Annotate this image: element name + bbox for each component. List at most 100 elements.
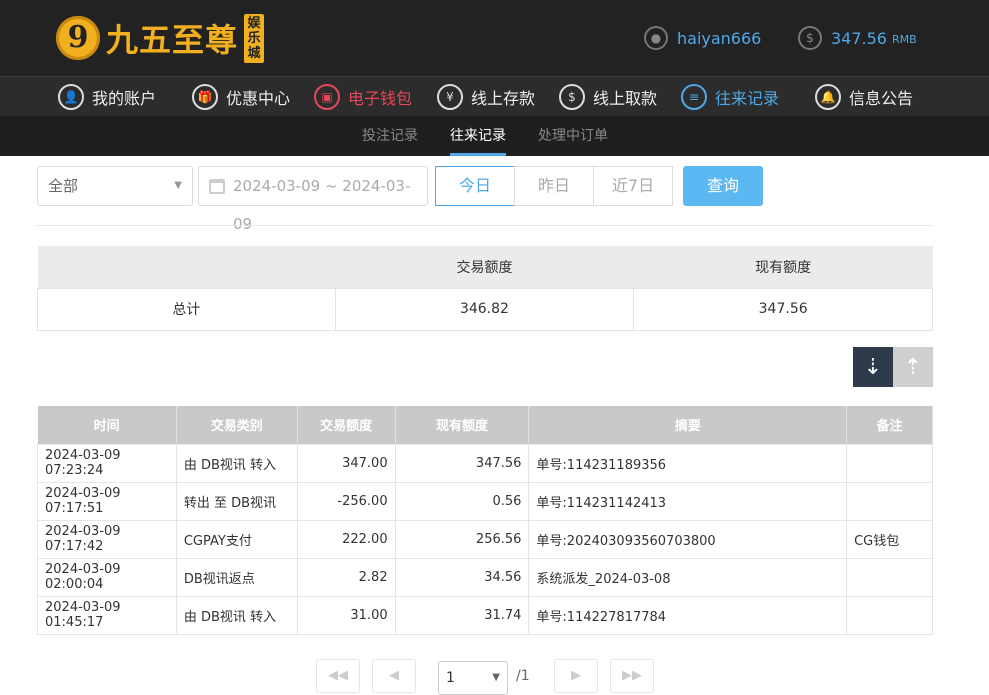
cell-time: 2024-03-09 07:23:24 — [37, 443, 177, 483]
nav-promotions[interactable]: 🎁 优惠中心 — [192, 82, 290, 112]
cell-note — [846, 443, 933, 483]
double-chevron-left-icon: ◀◀ — [328, 668, 348, 683]
date-range-input[interactable]: 2024-03-09 ~ 2024-03-09 — [198, 166, 428, 233]
balance-value: 347.56 — [831, 28, 887, 48]
nav-e-wallet[interactable]: ▣ 电子钱包 — [314, 82, 412, 112]
calendar-icon — [209, 179, 225, 194]
type-select-value: 全部 — [48, 177, 79, 195]
nav-announcements[interactable]: 🔔 信息公告 — [815, 82, 913, 112]
prev-page-button[interactable]: ◀ — [372, 659, 416, 693]
summary-header — [37, 246, 336, 288]
cell-type: 由 DB视讯 转入 — [175, 443, 298, 483]
cell-balance: 347.56 — [394, 443, 530, 483]
cell-type: 转出 至 DB视讯 — [175, 481, 298, 521]
user-icon: ● — [644, 26, 668, 50]
cell-amount: 2.82 — [296, 557, 396, 597]
withdraw-icon: $ — [559, 84, 585, 110]
summary-row: 总计 346.82 347.56 — [37, 287, 933, 331]
column-header: 时间 — [37, 406, 177, 444]
tab-transaction-records[interactable]: 往来记录 — [450, 116, 506, 156]
cell-amount: 222.00 — [296, 519, 396, 559]
sort-desc-icon: ⇣ — [863, 354, 883, 380]
nav-withdraw[interactable]: $ 线上取款 — [559, 82, 657, 112]
top-header: 9 九五至尊 娱乐城 ● haiyan666 $ 347.56 RMB — [0, 0, 989, 76]
sort-desc-button[interactable]: ⇣ — [853, 347, 893, 387]
chevron-down-icon: ▼ — [174, 180, 182, 191]
tab-bet-records[interactable]: 投注记录 — [362, 116, 418, 156]
cell-balance: 0.56 — [394, 481, 530, 521]
summary-cell: 346.82 — [334, 287, 635, 331]
cell-note — [846, 481, 933, 521]
nav-label: 线上存款 — [471, 89, 536, 108]
cell-time: 2024-03-09 01:45:17 — [37, 595, 177, 635]
cell-type: CGPAY支付 — [175, 519, 298, 559]
cell-balance: 256.56 — [394, 519, 530, 559]
column-header: 交易额度 — [297, 406, 396, 444]
column-header: 现有额度 — [395, 406, 530, 444]
cell-summary: 单号:114231142413 — [528, 481, 848, 521]
cell-time: 2024-03-09 02:00:04 — [37, 557, 177, 597]
divider — [37, 225, 933, 226]
nav-deposit[interactable]: ¥ 线上存款 — [437, 82, 535, 112]
dollar-icon: $ — [798, 26, 822, 50]
balance-unit: RMB — [891, 33, 917, 46]
brand-sub: 娱乐城 — [244, 13, 265, 63]
cell-type: DB视讯返点 — [175, 557, 298, 597]
quick-yesterday-button[interactable]: 昨日 — [514, 166, 594, 206]
cell-balance: 31.74 — [394, 595, 530, 635]
brand-logo[interactable]: 9 九五至尊 娱乐城 — [56, 10, 265, 66]
chevron-down-icon: ▼ — [492, 672, 500, 683]
cell-amount: 347.00 — [296, 443, 396, 483]
sort-asc-icon: ⇡ — [903, 354, 923, 380]
last-page-button[interactable]: ▶▶ — [610, 659, 654, 693]
nav-label: 优惠中心 — [226, 89, 291, 108]
cell-note — [846, 595, 933, 635]
nav-label: 往来记录 — [715, 89, 780, 108]
cell-amount: -256.00 — [296, 481, 396, 521]
cell-type: 由 DB视讯 转入 — [175, 595, 298, 635]
nav-label: 信息公告 — [849, 89, 914, 108]
main-nav: 👤 我的账户 🎁 优惠中心 ▣ 电子钱包 ¥ 线上存款 $ 线上取款 ≡ 往来记… — [0, 76, 989, 116]
table-row: 2024-03-09 07:23:24 由 DB视讯 转入 347.00 347… — [37, 443, 933, 483]
table-row: 2024-03-09 07:17:51 转出 至 DB视讯 -256.00 0.… — [37, 481, 933, 521]
deposit-icon: ¥ — [437, 84, 463, 110]
cell-summary: 单号:202403093560703800 — [528, 519, 848, 559]
bell-icon: 🔔 — [815, 84, 841, 110]
cell-time: 2024-03-09 07:17:42 — [37, 519, 177, 559]
summary-header: 现有额度 — [633, 246, 933, 288]
sort-asc-button[interactable]: ⇡ — [893, 347, 933, 387]
balance-info: $ 347.56 RMB — [798, 26, 917, 50]
quick-today-button[interactable]: 今日 — [435, 166, 515, 206]
table-row: 2024-03-09 01:45:17 由 DB视讯 转入 31.00 31.7… — [37, 595, 933, 635]
first-page-button[interactable]: ◀◀ — [316, 659, 360, 693]
nav-label: 线上取款 — [593, 89, 658, 108]
table-row: 2024-03-09 02:00:04 DB视讯返点 2.82 34.56 系统… — [37, 557, 933, 597]
records-table: 时间 交易类别 交易额度 现有额度 摘要 备注 2024-03-09 07:23… — [37, 406, 933, 635]
query-button[interactable]: 查询 — [683, 166, 763, 206]
page-select[interactable]: 1 ▼ — [438, 661, 508, 695]
user-info[interactable]: ● haiyan666 — [644, 26, 761, 50]
nav-records[interactable]: ≡ 往来记录 — [681, 82, 779, 112]
table-row: 2024-03-09 07:17:42 CGPAY支付 222.00 256.5… — [37, 519, 933, 559]
nav-label: 我的账户 — [92, 89, 157, 108]
record-icon: ≡ — [681, 84, 707, 110]
summary-header-row: 交易额度 现有额度 — [37, 246, 933, 288]
nav-my-account[interactable]: 👤 我的账户 — [58, 82, 156, 112]
cell-summary: 单号:114227817784 — [528, 595, 848, 635]
cell-summary: 系统派发_2024-03-08 — [528, 557, 848, 597]
tab-pending-orders[interactable]: 处理中订单 — [538, 116, 608, 156]
summary-cell: 总计 — [37, 287, 336, 331]
cell-note: CG钱包 — [846, 519, 933, 559]
double-chevron-right-icon: ▶▶ — [622, 668, 642, 683]
quick-7days-button[interactable]: 近7日 — [593, 166, 673, 206]
cell-time: 2024-03-09 07:17:51 — [37, 481, 177, 521]
cell-amount: 31.00 — [296, 595, 396, 635]
next-page-button[interactable]: ▶ — [554, 659, 598, 693]
type-select[interactable]: 全部 ▼ — [37, 166, 193, 206]
column-header: 备注 — [846, 406, 933, 444]
cell-balance: 34.56 — [394, 557, 530, 597]
summary-table: 交易额度 现有额度 总计 346.82 347.56 — [37, 246, 933, 331]
wallet-icon: ▣ — [314, 84, 340, 110]
user-icon: 👤 — [58, 84, 84, 110]
username: haiyan666 — [677, 28, 762, 48]
